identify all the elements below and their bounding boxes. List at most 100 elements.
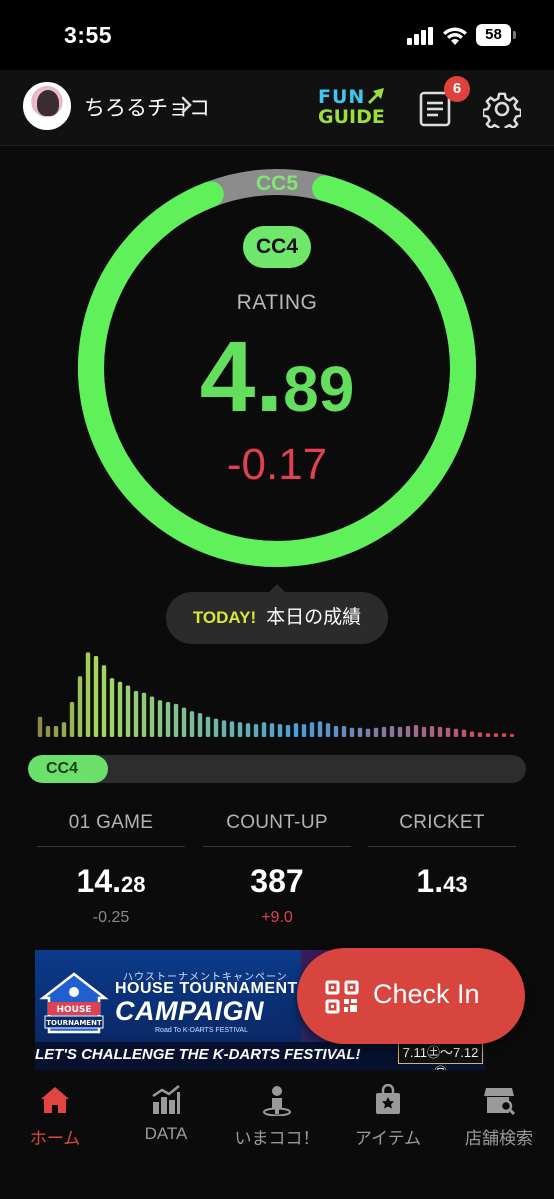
- histogram-bar: [245, 723, 251, 737]
- fun-guide-logo-line2: GUIDE: [318, 106, 385, 128]
- histogram-bar: [501, 733, 507, 737]
- stat-cricket[interactable]: CRICKET 1.43: [368, 808, 516, 909]
- location-icon: [263, 1086, 291, 1116]
- histogram-bar: [477, 732, 483, 737]
- nav-items[interactable]: アイテム: [333, 1084, 443, 1149]
- histogram-bar: [77, 676, 83, 737]
- stat-value: 387: [203, 861, 351, 901]
- histogram-bar: [237, 722, 243, 737]
- histogram-bar: [269, 723, 275, 737]
- histogram-bar: [157, 700, 163, 737]
- rating-value: 4.89: [0, 327, 554, 427]
- banner-slogan: LET'S CHALLENGE THE K-DARTS FESTIVAL!: [35, 1046, 361, 1063]
- nav-imakoko[interactable]: いまココ！: [222, 1084, 332, 1149]
- nav-data[interactable]: DATA: [111, 1084, 221, 1144]
- histogram-bar: [165, 702, 171, 737]
- histogram-bar: [261, 722, 267, 737]
- home-icon: [41, 1087, 69, 1113]
- status-time: 3:55: [64, 22, 113, 48]
- today-tag: TODAY!: [192, 608, 257, 627]
- chart-icon: [152, 1085, 180, 1114]
- chevron-right-icon[interactable]: [180, 95, 194, 115]
- histogram-bar: [229, 721, 235, 737]
- histogram-bar: [469, 731, 475, 737]
- histogram-bar: [109, 678, 115, 737]
- today-results-button[interactable]: TODAY! 本日の成績: [166, 584, 388, 644]
- app-header: ちろるチョコ FUN GUIDE 6: [0, 70, 554, 146]
- histogram-bar: [405, 726, 411, 737]
- nav-label: いまココ！: [234, 1129, 320, 1148]
- rating-value-dec: 89: [283, 353, 355, 425]
- notification-badge: 6: [444, 76, 470, 102]
- histogram-bar: [205, 716, 211, 737]
- histogram-bar: [133, 691, 139, 737]
- check-in-label: Check In: [373, 979, 480, 1009]
- histogram-bar: [189, 711, 195, 737]
- stat-value: 1.43: [368, 861, 516, 901]
- histogram-bar: [149, 696, 155, 737]
- stat-count-up[interactable]: COUNT-UP 387 +9.0: [203, 808, 351, 927]
- histogram-bar: [333, 726, 339, 737]
- class-progress-label: CC4: [46, 760, 79, 777]
- histogram-bar: [349, 727, 355, 737]
- check-in-button[interactable]: Check In: [297, 948, 525, 1044]
- histogram-bar: [341, 726, 347, 737]
- gear-icon[interactable]: [483, 90, 521, 128]
- rating-value-int: 4.: [199, 321, 284, 433]
- bottom-navigation: ホーム DATA いまココ！ アイテム 店舗検索: [0, 1074, 554, 1199]
- banner-subtitle: Road To K-DARTS FESTIVAL: [155, 1027, 248, 1034]
- histogram-bar: [413, 725, 419, 737]
- cellular-signal-icon: [407, 27, 435, 45]
- histogram-bar: [437, 726, 443, 737]
- stat-value-dec: 28: [121, 872, 146, 897]
- histogram-bar: [509, 734, 515, 737]
- histogram-bar: [389, 726, 395, 737]
- histogram-bar: [421, 726, 427, 737]
- banner-date: 7.11㊏〜7.12㊐: [398, 1042, 483, 1070]
- nav-label: アイテム: [354, 1129, 422, 1148]
- current-class-badge: CC4: [243, 226, 311, 268]
- nav-label: DATA: [144, 1124, 188, 1143]
- histogram-bar: [461, 729, 467, 737]
- histogram-bar: [141, 692, 147, 737]
- nav-label: ホーム: [29, 1129, 81, 1148]
- banner-title-line2: CAMPAIGN: [115, 996, 264, 1026]
- stat-value-int: 387: [250, 863, 304, 899]
- histogram-bar: [285, 725, 291, 737]
- histogram-bar: [253, 724, 259, 737]
- house-logo-line2: TOURNAMENT: [46, 1019, 102, 1027]
- histogram-bar: [61, 722, 67, 737]
- histogram-bar: [357, 727, 363, 737]
- histogram-bar: [101, 665, 107, 737]
- stat-value: 14.28: [37, 861, 185, 901]
- house-logo-line1: HOUSE: [56, 1005, 91, 1015]
- histogram-bar: [197, 713, 203, 737]
- fun-guide-logo[interactable]: FUN GUIDE: [316, 86, 388, 130]
- histogram-bar: [85, 652, 91, 737]
- histogram-bar: [37, 716, 43, 737]
- stat-value-int: 14.: [76, 863, 121, 899]
- histogram-bar: [181, 707, 187, 737]
- histogram-bar: [309, 722, 315, 737]
- histogram-bar: [293, 723, 299, 737]
- histogram-bar: [69, 702, 75, 737]
- histogram-bar: [397, 726, 403, 737]
- nav-shop-search[interactable]: 店舗検索: [444, 1084, 554, 1149]
- shop-search-icon: [484, 1088, 515, 1116]
- stat-title: CRICKET: [399, 812, 485, 833]
- avatar[interactable]: [23, 82, 71, 130]
- histogram-bar: [485, 733, 491, 737]
- histogram-bar: [445, 727, 451, 737]
- histogram-bar: [277, 724, 283, 737]
- battery-icon: 58: [476, 24, 516, 46]
- histogram-bar: [93, 656, 99, 737]
- histogram-bar: [53, 726, 59, 737]
- class-progress-bar: [28, 755, 526, 783]
- stat-01-game[interactable]: 01 GAME 14.28 -0.25: [37, 808, 185, 927]
- histogram-bar: [493, 733, 499, 737]
- nav-home[interactable]: ホーム: [0, 1084, 110, 1149]
- next-class-label: CC5: [255, 172, 298, 195]
- histogram-bar: [381, 726, 387, 737]
- house-tournament-logo: HOUSE TOURNAMENT: [39, 972, 109, 1034]
- stat-value-dec: 43: [443, 872, 468, 897]
